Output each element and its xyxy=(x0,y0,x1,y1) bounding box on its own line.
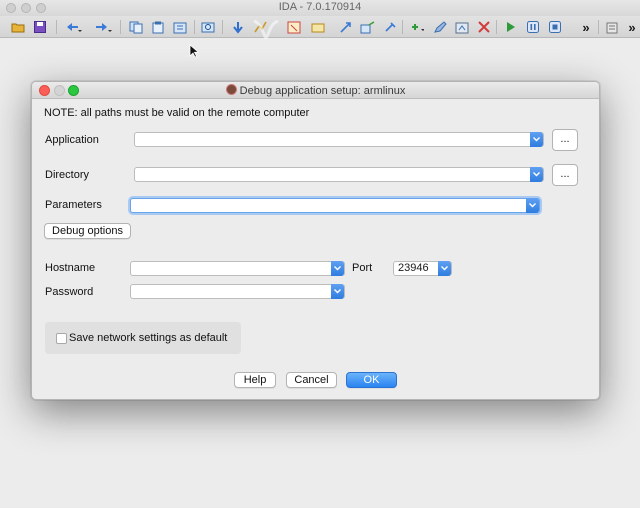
chevron-down-icon[interactable] xyxy=(526,198,539,213)
directory-browse-button[interactable]: ... xyxy=(552,164,578,186)
add-icon[interactable] xyxy=(408,19,424,35)
chevron-down-icon[interactable] xyxy=(530,132,543,147)
application-browse-button[interactable]: ... xyxy=(552,129,578,151)
remove-icon[interactable] xyxy=(476,19,492,35)
main-window-title: IDA - 7.0.170914 xyxy=(278,1,362,13)
run-icon[interactable] xyxy=(503,19,519,35)
dialog-title-text: Debug application setup: armlinux xyxy=(239,85,406,97)
password-label: Password xyxy=(45,286,94,298)
hostname-combo[interactable] xyxy=(130,261,345,276)
breakpoint-icon[interactable] xyxy=(286,19,302,35)
save-icon[interactable] xyxy=(32,19,48,35)
dialog-title: Debug application setup: armlinux xyxy=(32,84,599,97)
pause-icon[interactable] xyxy=(525,19,541,35)
password-combo[interactable] xyxy=(130,284,345,299)
ok-button[interactable]: OK xyxy=(346,372,397,388)
application-label: Application xyxy=(45,134,99,146)
network-settings-group: Save network settings as default xyxy=(45,322,241,354)
settings-icon[interactable] xyxy=(454,19,470,35)
tools-icon[interactable] xyxy=(382,19,398,35)
clipboard-icon[interactable] xyxy=(604,19,620,35)
application-combo[interactable] xyxy=(134,132,544,147)
save-network-checkbox[interactable] xyxy=(56,333,67,344)
directory-combo[interactable] xyxy=(134,167,544,182)
cut-icon[interactable] xyxy=(172,19,188,35)
chevron-down-icon[interactable] xyxy=(530,167,543,182)
forward-icon[interactable] xyxy=(96,19,112,35)
copy-icon[interactable] xyxy=(128,19,144,35)
debug-options-button[interactable]: Debug options xyxy=(44,223,131,239)
trace-icon[interactable] xyxy=(310,19,326,35)
help-button[interactable]: Help xyxy=(234,372,276,388)
main-toolbar: » » xyxy=(0,16,640,44)
chevron-down-icon[interactable] xyxy=(331,261,344,276)
watch-icon[interactable] xyxy=(360,19,376,35)
hostname-label: Hostname xyxy=(45,262,96,274)
port-label: Port xyxy=(352,262,373,274)
debug-setup-dialog: Debug application setup: armlinux NOTE: … xyxy=(31,81,600,400)
port-combo[interactable]: 23946 xyxy=(393,261,452,276)
more-icon[interactable]: » xyxy=(578,19,594,35)
ida-icon xyxy=(225,84,237,95)
port-value: 23946 xyxy=(398,262,429,274)
chevron-down-icon[interactable] xyxy=(331,284,344,299)
back-icon[interactable] xyxy=(66,19,82,35)
paste-icon[interactable] xyxy=(150,19,166,35)
more-right-icon[interactable]: » xyxy=(624,19,640,35)
open-icon[interactable] xyxy=(10,19,26,35)
cancel-button[interactable]: Cancel xyxy=(286,372,337,388)
main-titlebar: IDA - 7.0.170914 xyxy=(0,0,640,16)
mouse-cursor-icon xyxy=(189,44,198,58)
dialog-titlebar: Debug application setup: armlinux xyxy=(32,82,599,99)
step-icon[interactable] xyxy=(338,19,354,35)
directory-label: Directory xyxy=(45,169,90,181)
edit-icon[interactable] xyxy=(432,19,448,35)
parameters-combo[interactable] xyxy=(130,198,540,213)
remote-paths-note: NOTE: all paths must be valid on the rem… xyxy=(44,107,310,119)
parameters-label: Parameters xyxy=(45,199,102,211)
chevron-down-icon[interactable] xyxy=(438,261,451,276)
jump-icon[interactable] xyxy=(230,19,246,35)
save-network-label[interactable]: Save network settings as default xyxy=(69,332,227,344)
stop-icon[interactable] xyxy=(547,19,563,35)
find-icon[interactable] xyxy=(200,19,216,35)
